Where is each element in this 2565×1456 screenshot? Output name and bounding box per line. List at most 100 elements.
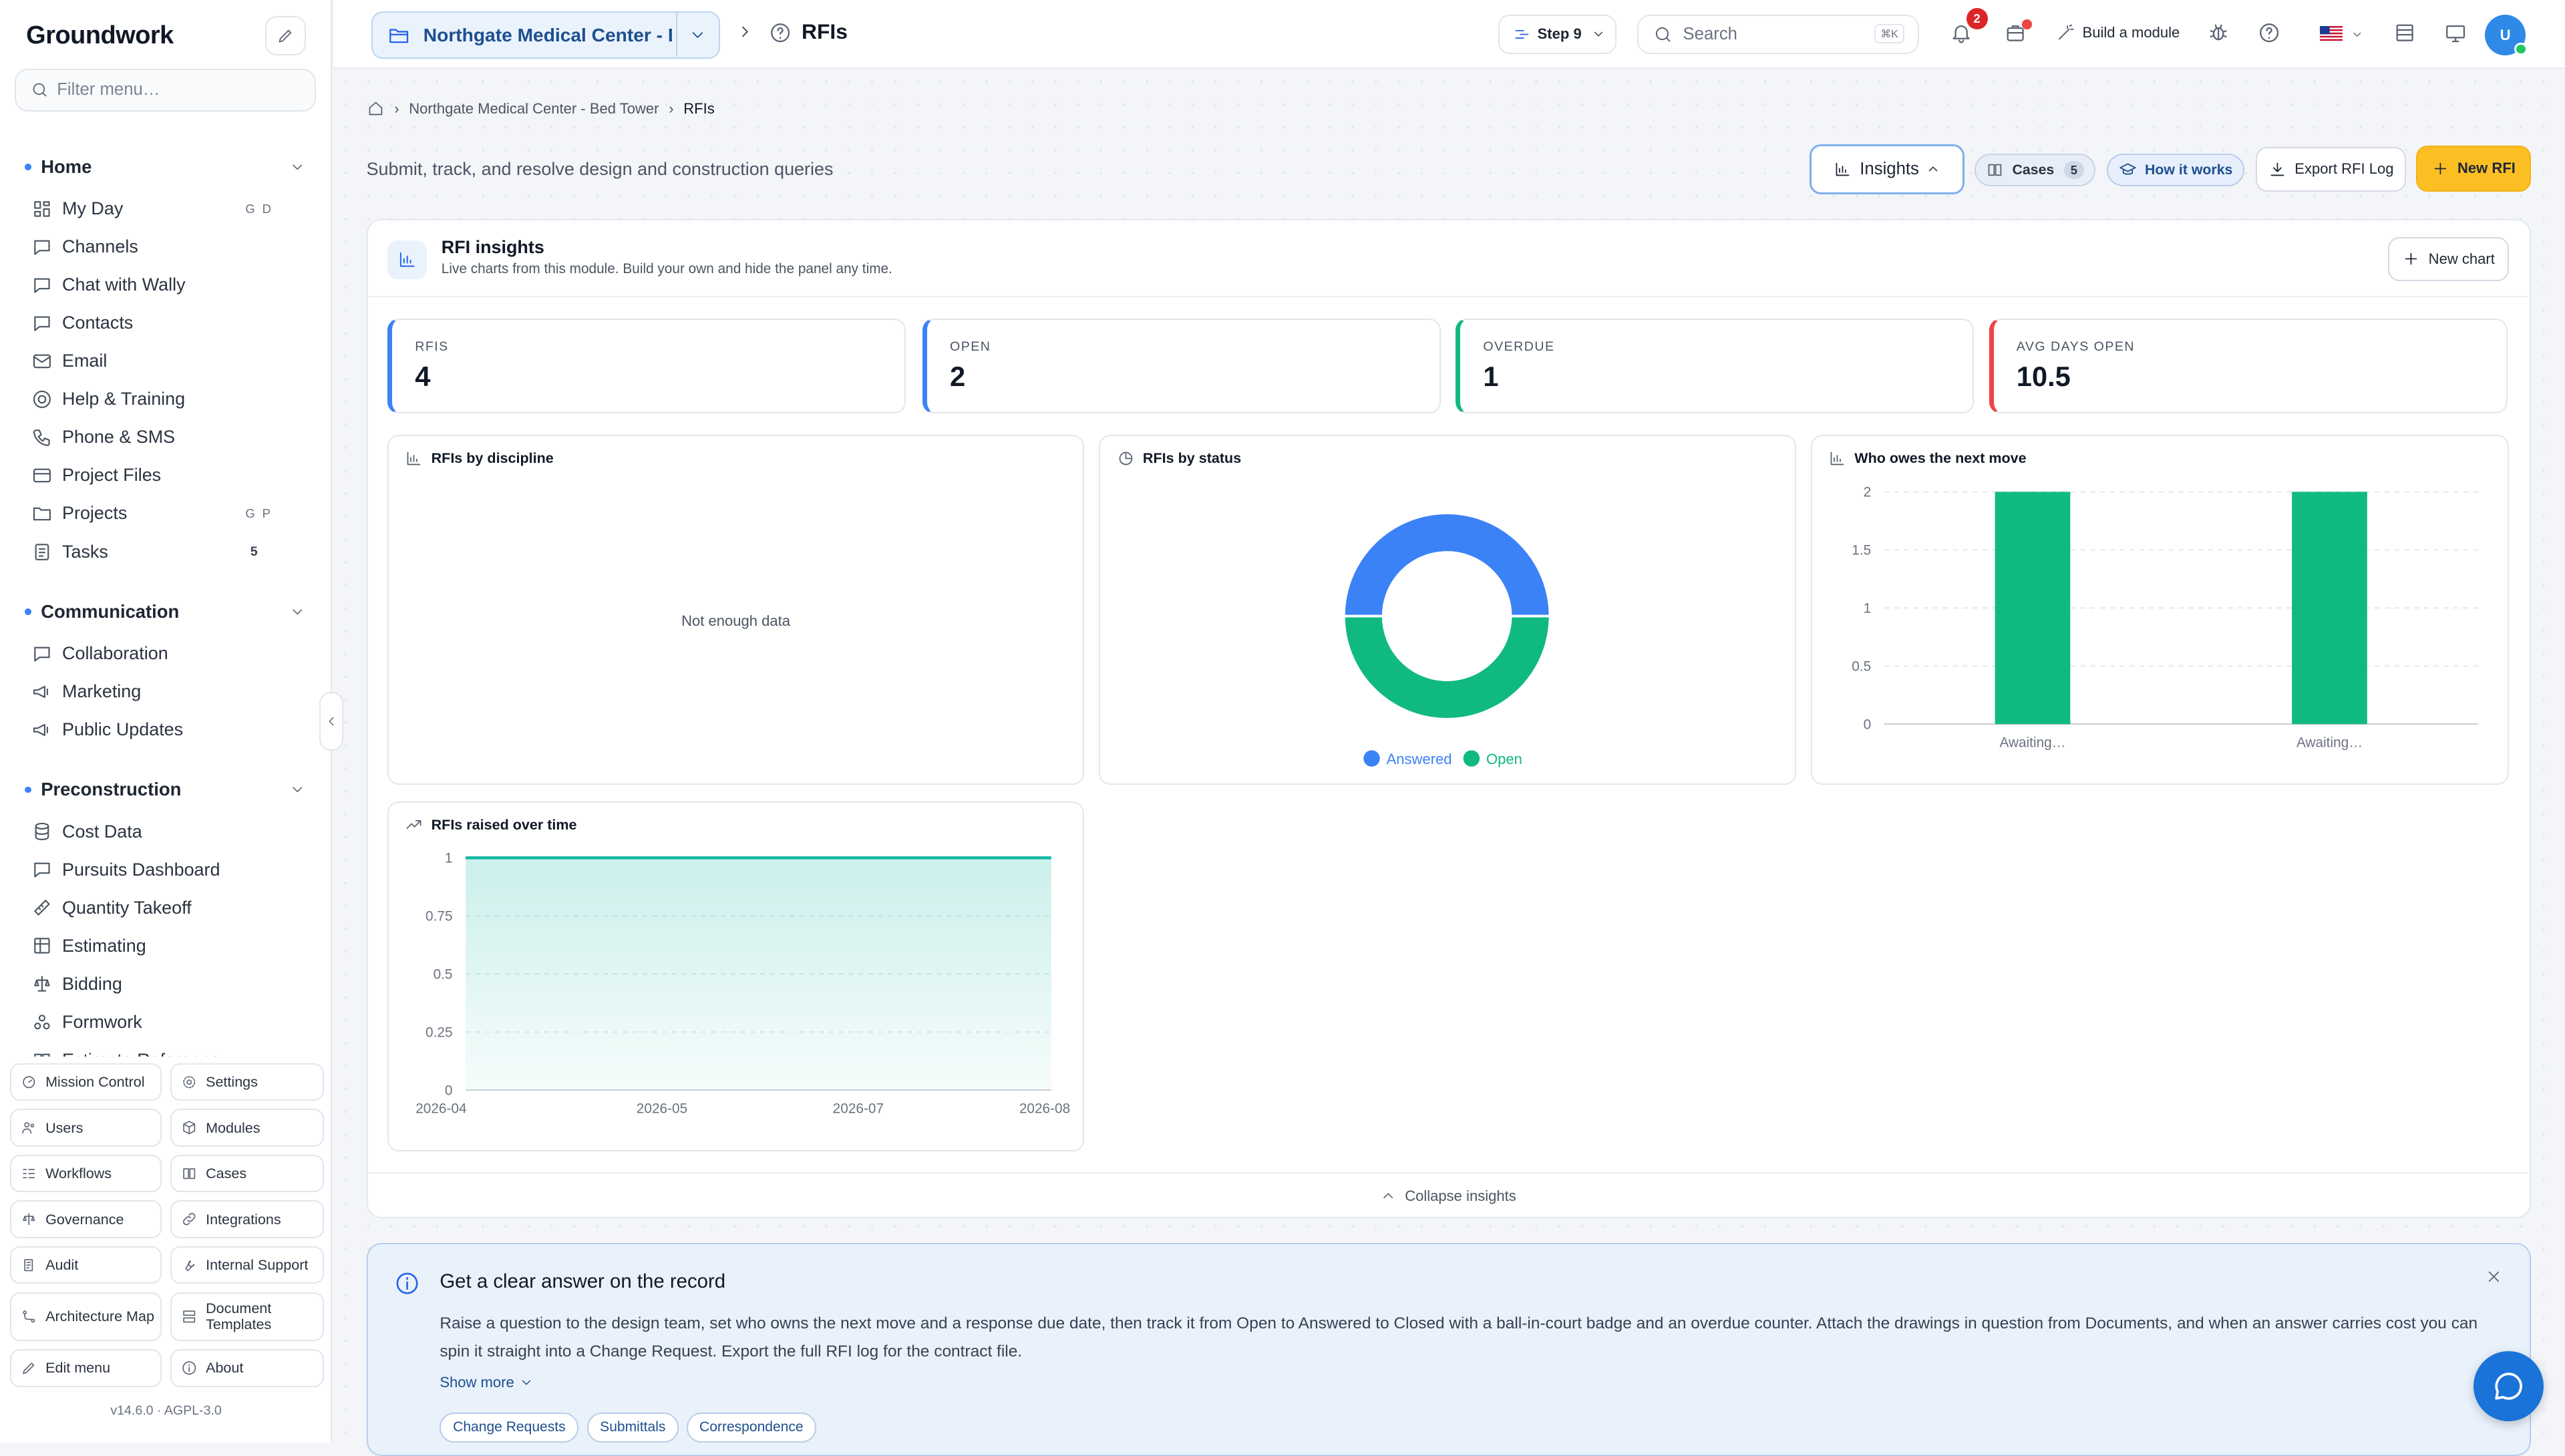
tool-integrations[interactable]: Integrations	[170, 1200, 324, 1238]
kpi-label: RFIS	[415, 339, 449, 355]
template-icon	[183, 1310, 196, 1323]
chevron-down-icon	[293, 164, 303, 170]
bar-chart-icon	[1836, 162, 1850, 176]
chat-launcher-button[interactable]	[2473, 1350, 2544, 1422]
tool-label: Modules	[206, 1119, 261, 1136]
tool-modules[interactable]: Modules	[170, 1109, 324, 1147]
related-chip-change-requests[interactable]: Change Requests	[440, 1413, 579, 1443]
sidebar-item-bidding[interactable]: Bidding	[0, 965, 332, 1003]
search-icon	[1656, 27, 1671, 42]
table-icon	[33, 938, 50, 954]
sidebar-item-projects[interactable]: Projects G P	[0, 494, 332, 532]
kpi-card-overdue: OVERDUE 1	[1456, 319, 1975, 414]
sidebar-item-tasks[interactable]: Tasks 5	[0, 532, 332, 570]
collapse-sidebar-button[interactable]	[319, 691, 344, 751]
bug-icon[interactable]	[2207, 21, 2230, 44]
sidebar-item-cost-data[interactable]: Cost Data	[0, 813, 332, 851]
tool-edit-menu[interactable]: Edit menu	[9, 1349, 162, 1387]
sidebar-item-marketing[interactable]: Marketing	[0, 673, 332, 711]
sidebar-item-chat-with-wally[interactable]: Chat with Wally	[0, 266, 332, 304]
plus-icon	[2405, 252, 2417, 265]
section-dot	[24, 608, 31, 615]
sidebar-item-phone-sms[interactable]: Phone & SMS	[0, 418, 332, 456]
sidebar-item-collaboration[interactable]: Collaboration	[0, 634, 332, 673]
scale-icon	[33, 976, 50, 992]
sidebar-item-help-training[interactable]: Help & Training	[0, 380, 332, 418]
tool-label: Mission Control	[45, 1073, 145, 1090]
users-icon	[22, 1122, 35, 1134]
sidebar-item-email[interactable]: Email	[0, 342, 332, 380]
home-icon[interactable]	[367, 100, 385, 118]
search-placeholder: Search	[1683, 24, 1737, 43]
magic-wand-icon	[2059, 24, 2075, 40]
help-circle-icon[interactable]	[2258, 21, 2280, 44]
us-flag-icon[interactable]	[2319, 26, 2343, 41]
section-preconstruction[interactable]: Preconstruction	[0, 767, 332, 813]
ruler-icon	[33, 900, 50, 916]
cases-label: Cases	[2012, 162, 2055, 178]
tool-audit[interactable]: Audit	[9, 1246, 162, 1284]
new-chart-button[interactable]: New chart	[2388, 236, 2510, 281]
tool-users[interactable]: Users	[9, 1109, 162, 1147]
insights-header: RFI insights Live charts from this modul…	[367, 220, 2529, 298]
related-chip-submittals[interactable]: Submittals	[586, 1413, 679, 1443]
kpi-label: OVERDUE	[1483, 339, 1555, 355]
x-tick-label: Awaiting…	[2296, 735, 2363, 750]
book-icon	[33, 1053, 50, 1057]
tool-architecture-map[interactable]: Architecture Map	[9, 1292, 162, 1342]
tool-workflows[interactable]: Workflows	[9, 1154, 162, 1193]
scale-icon	[23, 1213, 35, 1226]
sidebar-item-pursuits-dashboard[interactable]: Pursuits Dashboard	[0, 851, 332, 889]
sidebar-item-estimating[interactable]: Estimating	[0, 927, 332, 965]
monitor-icon[interactable]	[2444, 21, 2467, 44]
new-rfi-button[interactable]: New RFI	[2416, 145, 2531, 192]
sidebar-item-project-files[interactable]: Project Files	[0, 456, 332, 494]
close-icon[interactable]	[2485, 1268, 2503, 1286]
y-tick-label: 1	[445, 851, 453, 866]
build-module-button[interactable]: Build a module	[2056, 23, 2180, 42]
collapse-label: Collapse insights	[1405, 1187, 1516, 1204]
export-rfi-log-button[interactable]: Export RFI Log	[2256, 147, 2407, 192]
tool-internal-support[interactable]: Internal Support	[170, 1246, 324, 1284]
global-search[interactable]: Search ⌘K	[1637, 15, 1919, 54]
how-it-works-button[interactable]: How it works	[2107, 154, 2244, 187]
cases-button[interactable]: Cases 5	[1974, 154, 2096, 187]
sidebar-item-label: Chat with Wally	[62, 275, 186, 295]
sidebar-item-contacts[interactable]: Contacts	[0, 304, 332, 342]
chevron-left-icon	[329, 717, 334, 726]
collapse-insights-button[interactable]: Collapse insights	[367, 1172, 2529, 1218]
tool-governance[interactable]: Governance	[9, 1200, 162, 1238]
tool-document-templates[interactable]: Document Templates	[170, 1292, 324, 1342]
map-icon	[23, 1310, 35, 1323]
export-label: Export RFI Log	[2294, 160, 2394, 178]
section-home[interactable]: Home	[0, 144, 332, 190]
related-chip-correspondence[interactable]: Correspondence	[687, 1413, 816, 1443]
sidebar-item-label: Project Files	[62, 465, 162, 486]
insights-toggle-button[interactable]: Insights	[1809, 144, 1965, 195]
chevron-down-icon[interactable]	[2351, 28, 2364, 41]
list-view-icon[interactable]	[2393, 21, 2416, 44]
tool-about[interactable]: About	[170, 1349, 324, 1387]
sidebar-item-my-day[interactable]: My Day G D	[0, 190, 332, 228]
filter-menu-input[interactable]: Filter menu…	[15, 68, 316, 112]
tool-cases[interactable]: Cases	[170, 1154, 324, 1193]
show-more-link[interactable]: Show more	[440, 1374, 534, 1391]
tool-mission-control[interactable]: Mission Control	[9, 1063, 162, 1101]
sidebar-item-estimate-reference[interactable]: Estimate Reference	[0, 1041, 332, 1057]
sidebar-item-quantity-takeoff[interactable]: Quantity Takeoff	[0, 889, 332, 927]
sidebar-item-channels[interactable]: Channels	[0, 228, 332, 266]
project-dropdown-button[interactable]	[675, 13, 719, 57]
tool-settings[interactable]: Settings	[170, 1063, 324, 1101]
project-selector[interactable]: Northgate Medical Center - B…	[371, 11, 720, 59]
sidebar-item-label: Bidding	[62, 973, 122, 994]
sidebar-tools: Mission Control Settings Users Modules W…	[9, 1063, 324, 1387]
section-label: Home	[41, 156, 92, 177]
sidebar-item-public-updates[interactable]: Public Updates	[0, 711, 332, 749]
step-selector[interactable]: Step 9	[1498, 15, 1616, 54]
sidebar-item-formwork[interactable]: Formwork	[0, 1003, 332, 1041]
edit-brand-button[interactable]	[265, 16, 306, 56]
step-label: Step 9	[1537, 25, 1582, 43]
section-communication[interactable]: Communication	[0, 588, 332, 634]
task-count: 5	[250, 544, 258, 559]
breadcrumb-project[interactable]: Northgate Medical Center - Bed Tower	[409, 100, 659, 118]
